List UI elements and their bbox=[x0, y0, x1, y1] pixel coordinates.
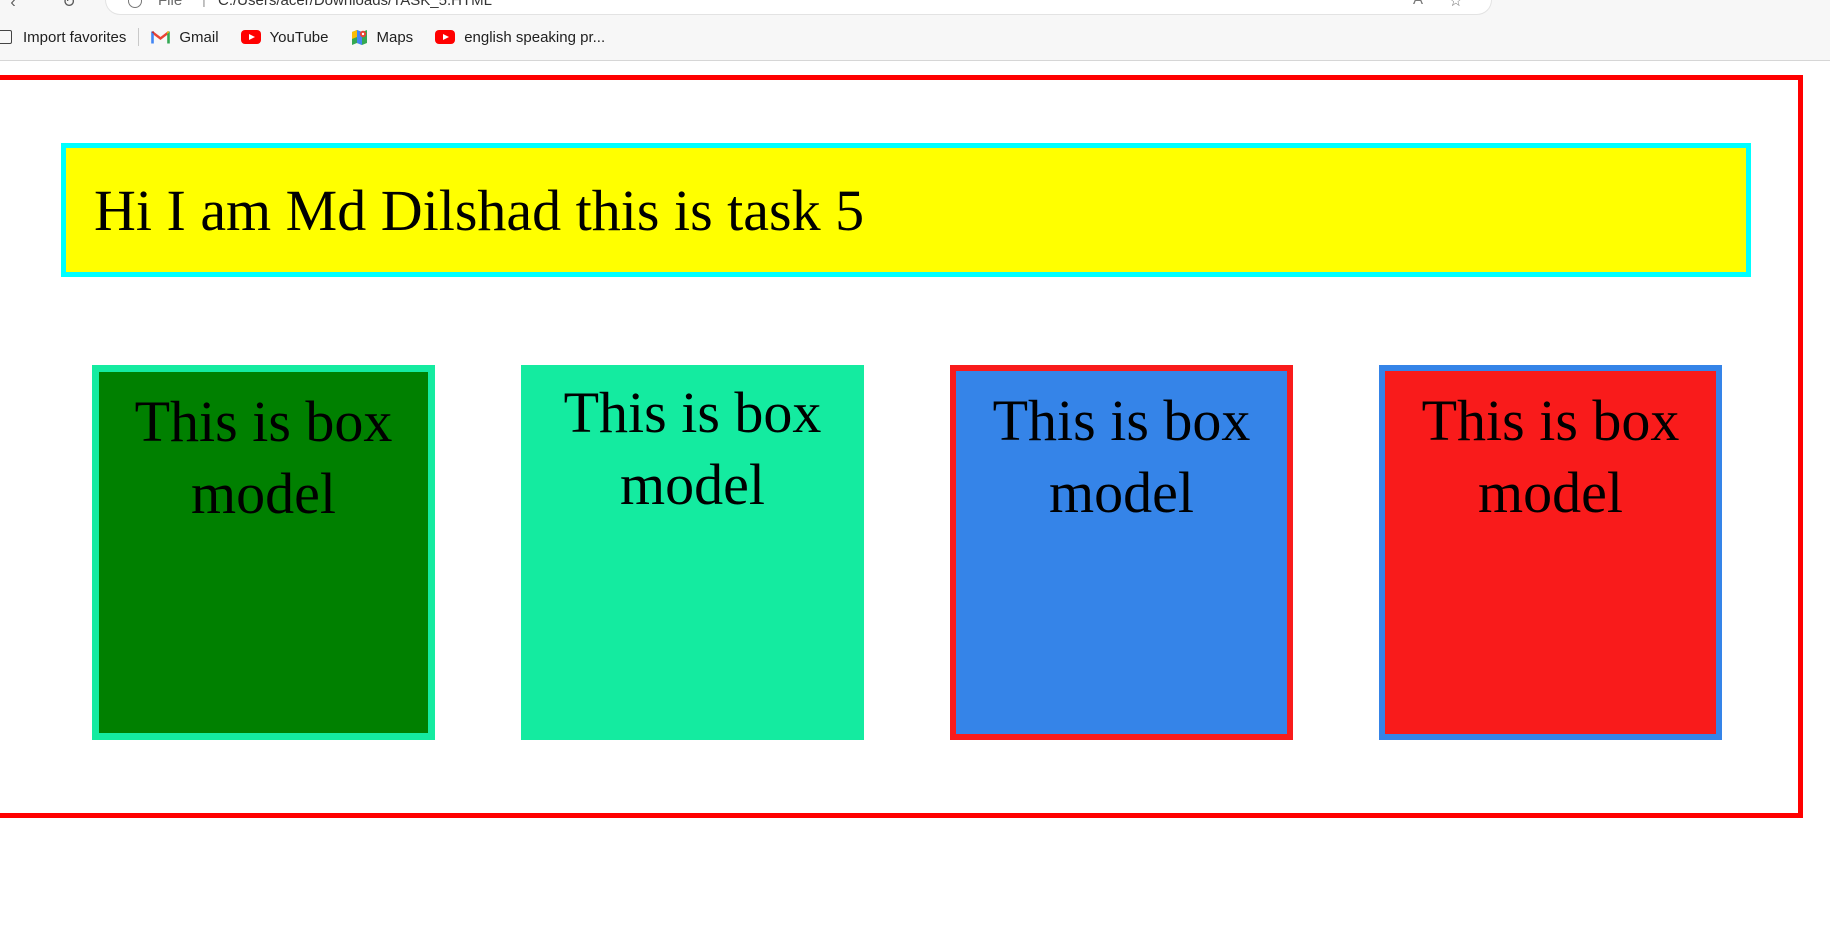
bookmark-label: YouTube bbox=[269, 28, 329, 46]
youtube-icon bbox=[240, 30, 261, 44]
box-model-3: This is box model bbox=[950, 365, 1293, 740]
box-model-1: This is box model bbox=[92, 365, 435, 740]
info-icon[interactable] bbox=[128, 0, 142, 8]
address-row: ‹ ↻ File | C:/Users/acer/Downloads/TASK_… bbox=[0, 0, 1830, 14]
bookmark-maps[interactable]: Maps bbox=[351, 23, 414, 51]
bookmark-label: Import favorites bbox=[23, 28, 127, 46]
page-heading: Hi I am Md Dilshad this is task 5 bbox=[94, 178, 865, 243]
address-bar[interactable]: File | C:/Users/acer/Downloads/TASK_5.HT… bbox=[106, 0, 1491, 14]
bookmark-gmail[interactable]: Gmail bbox=[151, 23, 219, 51]
address-scheme-label: File bbox=[158, 0, 183, 9]
bookmark-english-speaking[interactable]: english speaking pr... bbox=[435, 23, 605, 51]
box-model-4: This is box model bbox=[1379, 365, 1722, 740]
address-separator: | bbox=[202, 0, 206, 8]
refresh-icon[interactable]: ↻ bbox=[60, 0, 78, 12]
back-icon[interactable]: ‹ bbox=[4, 0, 22, 12]
import-icon bbox=[0, 30, 12, 44]
bookmark-import-favorites[interactable]: Import favorites bbox=[0, 23, 126, 51]
browser-chrome: ‹ ↻ File | C:/Users/acer/Downloads/TASK_… bbox=[0, 0, 1830, 61]
box-text: This is box model bbox=[992, 388, 1251, 525]
heading-box: Hi I am Md Dilshad this is task 5 bbox=[61, 143, 1751, 277]
box-text: This is box model bbox=[1421, 388, 1680, 525]
bookmark-youtube[interactable]: YouTube bbox=[240, 23, 329, 51]
youtube-icon bbox=[435, 30, 456, 44]
bookmark-label: Gmail bbox=[179, 28, 219, 46]
box-model-2: This is box model bbox=[521, 365, 864, 740]
box-text: This is box model bbox=[563, 380, 822, 517]
bookmarks-divider bbox=[138, 28, 140, 46]
favorite-star-icon[interactable]: ☆ bbox=[1449, 0, 1463, 11]
bookmark-label: english speaking pr... bbox=[464, 28, 606, 46]
maps-icon bbox=[351, 29, 368, 46]
bookmark-label: Maps bbox=[376, 28, 414, 46]
bookmarks-bar: Import favorites Gmail YouTube Maps engl… bbox=[0, 23, 1830, 51]
box-text: This is box model bbox=[134, 389, 393, 526]
read-aloud-icon[interactable]: A bbox=[1413, 0, 1423, 8]
gmail-icon bbox=[151, 30, 171, 44]
address-url[interactable]: C:/Users/acer/Downloads/TASK_5.HTML bbox=[218, 0, 492, 9]
